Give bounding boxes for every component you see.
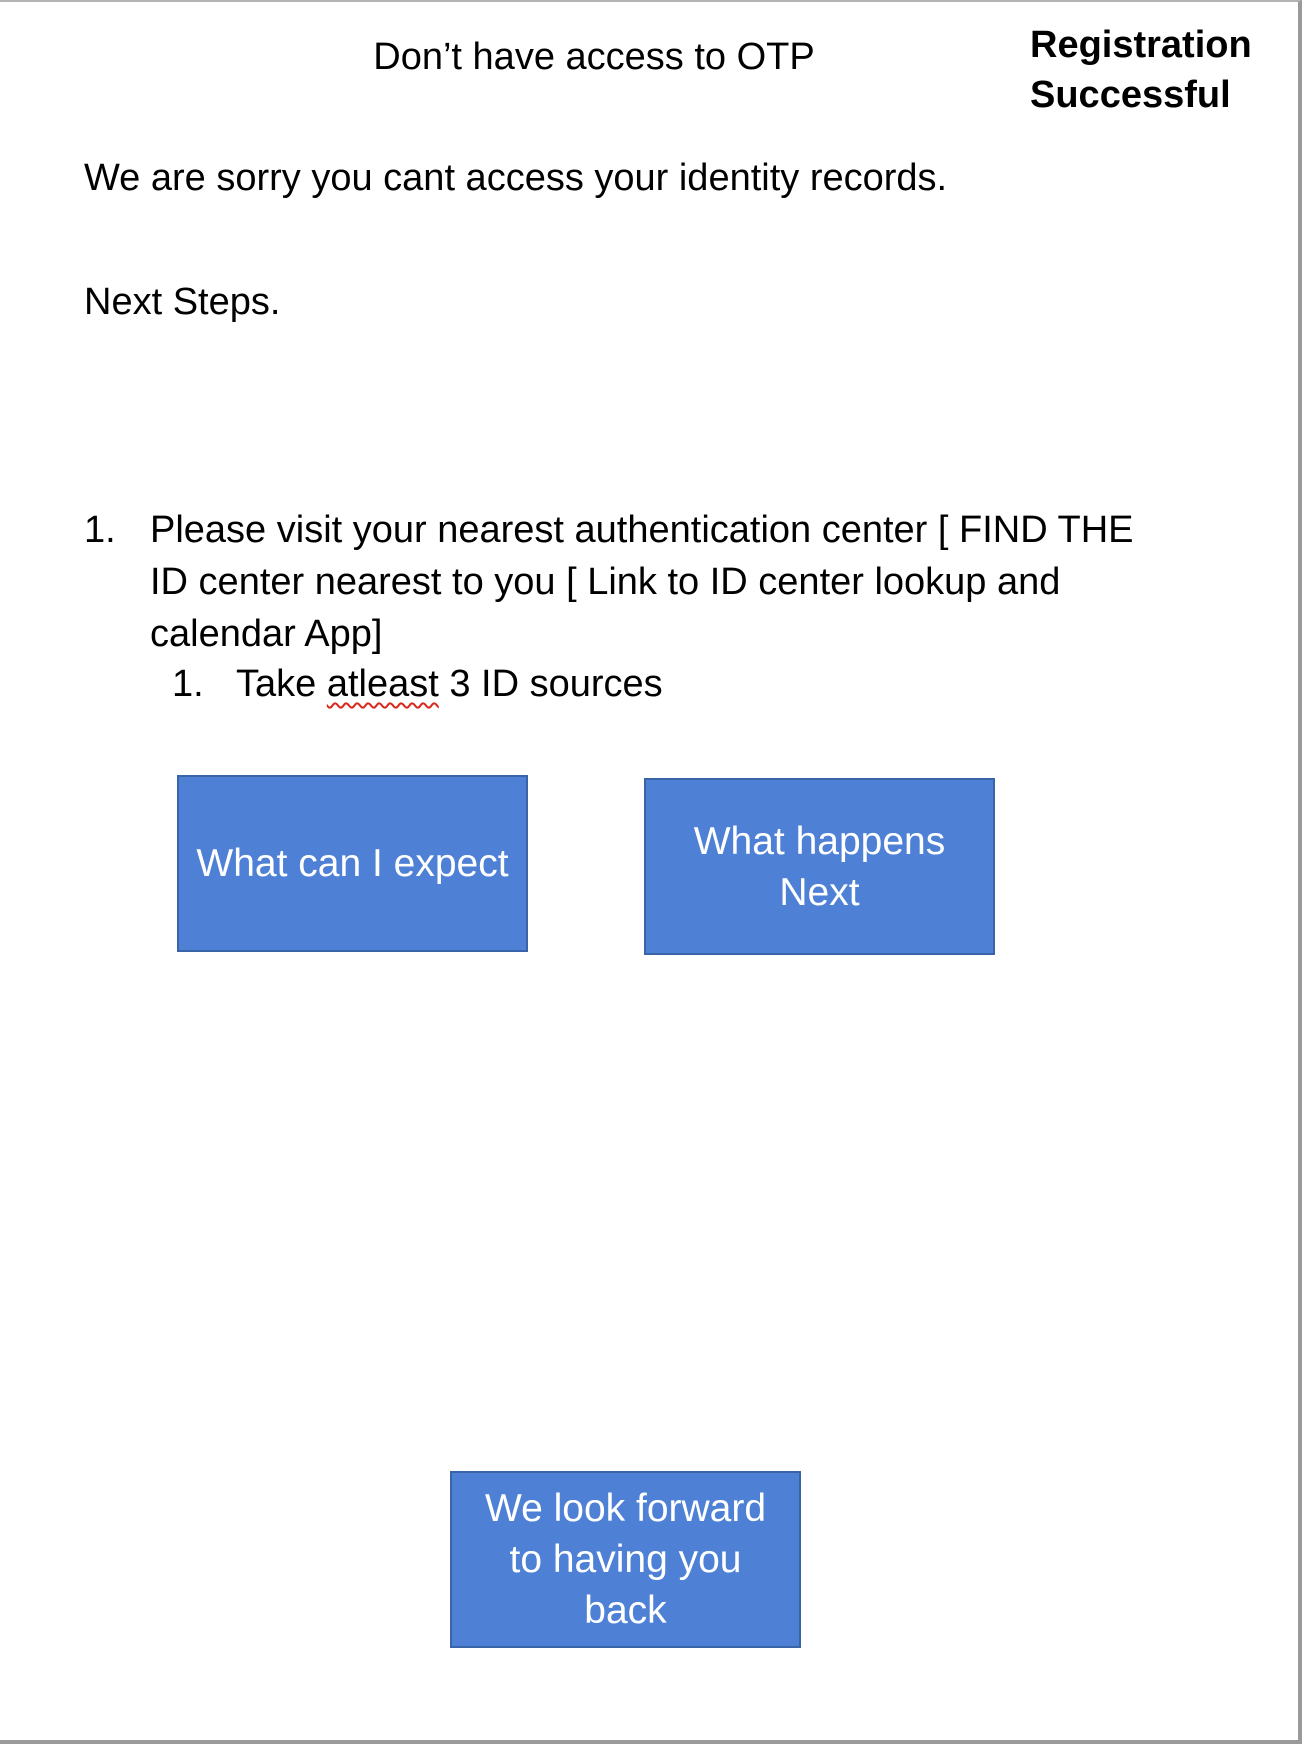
apology-message: We are sorry you cant access your identi… bbox=[84, 157, 948, 199]
step-number: 1. bbox=[84, 509, 116, 551]
sub-step-number: 1. bbox=[172, 663, 204, 705]
what-can-i-expect-label: What can I expect bbox=[196, 842, 509, 885]
what-can-i-expect-button[interactable]: What can I expect bbox=[177, 775, 528, 952]
sub-steps-list: 1. Take atleast 3 ID sources bbox=[150, 658, 1144, 710]
look-forward-button[interactable]: We look forward to having you back bbox=[450, 1471, 801, 1648]
steps-list: 1. Please visit your nearest authenticat… bbox=[84, 504, 1144, 710]
sub-step-text-after: 3 ID sources bbox=[438, 663, 663, 705]
page-title: Don’t have access to OTP bbox=[373, 36, 815, 78]
document-page: Don’t have access to OTP Registration Su… bbox=[0, 0, 1302, 1744]
step-item: 1. Please visit your nearest authenticat… bbox=[84, 504, 1144, 710]
look-forward-label: We look forward to having you back bbox=[484, 1487, 767, 1632]
sub-step-text-before: Take bbox=[236, 663, 327, 705]
what-happens-next-button[interactable]: What happens Next bbox=[644, 778, 995, 955]
next-steps-heading: Next Steps. bbox=[84, 281, 281, 323]
spellcheck-flagged-word: atleast bbox=[326, 663, 439, 705]
what-happens-next-label: What happens Next bbox=[693, 819, 946, 914]
sub-step-item: 1. Take atleast 3 ID sources bbox=[172, 658, 1144, 710]
step-text: Please visit your nearest authentication… bbox=[150, 509, 1134, 655]
registration-status: Registration Successful bbox=[1030, 24, 1252, 116]
